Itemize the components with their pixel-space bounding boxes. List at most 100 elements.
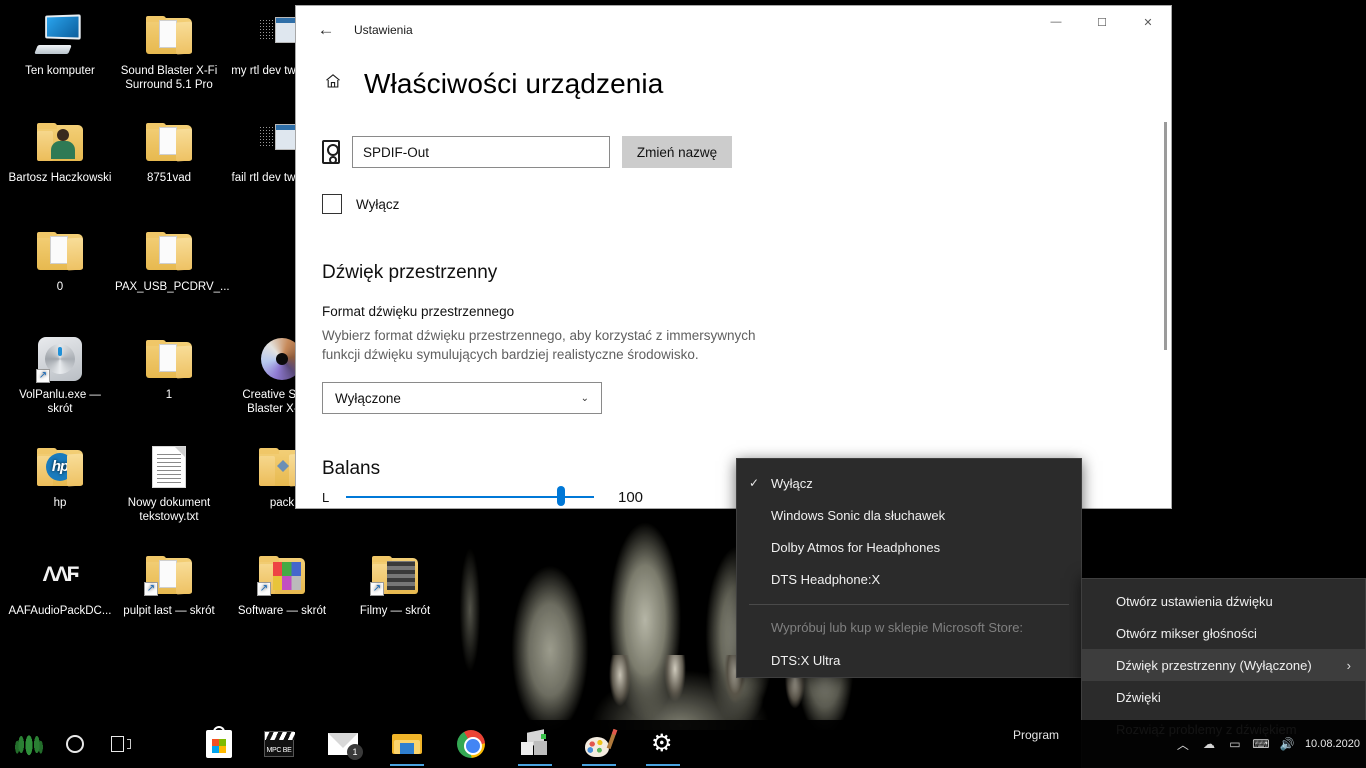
- menu-separator: [749, 604, 1069, 605]
- desktop-icon-hp[interactable]: hp hp: [4, 440, 116, 510]
- program-label: Program: [1013, 728, 1060, 742]
- desktop-icon-volpanlu-shortcut[interactable]: ↗ VolPanlu.exe — skrót: [4, 332, 116, 416]
- spatial-menu-label: Windows Sonic dla słuchawek: [771, 507, 946, 523]
- close-button[interactable]: ✕: [1125, 6, 1171, 38]
- desktop-icon-label: Sound Blaster X-Fi Surround 5.1 Pro: [120, 65, 218, 91]
- page-title: Właściwości urządzenia: [364, 68, 664, 99]
- spatial-menu-label: Dolby Atmos for Headphones: [771, 539, 941, 555]
- desktop-icon-label: hp: [53, 497, 67, 509]
- desktop-icon-filmy-shortcut[interactable]: ↗ Filmy — skrót: [339, 548, 451, 618]
- computer-icon: [4, 8, 116, 62]
- desktop-icon-sound-blaster[interactable]: Sound Blaster X-Fi Surround 5.1 Pro: [113, 8, 225, 92]
- system-tray[interactable]: ︿ ☁ ▭ ⌨ 🔊 10.08.2020: [1175, 736, 1366, 752]
- start-button[interactable]: [6, 720, 52, 768]
- folder-icon: [4, 224, 116, 278]
- desktop-icon-label: 1: [165, 389, 173, 401]
- desktop-icon-nowy-dokument-tekstowy[interactable]: Nowy dokument tekstowy.txt: [113, 440, 225, 524]
- taskbar-app-3d-viewer[interactable]: [512, 720, 558, 768]
- taskbar-app-paint[interactable]: [576, 720, 622, 768]
- mpc-label: MPC BE: [266, 747, 292, 754]
- slider-thumb[interactable]: [557, 486, 565, 506]
- 3d-device-viewer-icon: [521, 729, 549, 757]
- tray-menu-item-open-sound-settings[interactable]: Otwórz ustawienia dźwięku: [1082, 585, 1365, 617]
- disable-checkbox[interactable]: [322, 194, 342, 214]
- spatial-menu-item-windows-sonic[interactable]: Windows Sonic dla słuchawek: [737, 499, 1081, 531]
- spatial-menu-item-dolby-atmos[interactable]: Dolby Atmos for Headphones: [737, 531, 1081, 563]
- desktop-icon-ten-komputer[interactable]: Ten komputer: [4, 8, 116, 78]
- volume-icon[interactable]: 🔊: [1279, 736, 1295, 752]
- spatial-menu-item-off[interactable]: ✓ Wyłącz: [737, 467, 1081, 499]
- taskbar-app-microsoft-store[interactable]: [196, 720, 242, 768]
- touchpad-icon[interactable]: ⌨: [1252, 736, 1269, 752]
- home-icon[interactable]: [322, 72, 344, 96]
- settings-window[interactable]: ← Ustawienia — ☐ ✕ Właściwości urządzeni…: [296, 6, 1171, 508]
- spatial-sound-flyout[interactable]: ✓ Wyłącz Windows Sonic dla słuchawek Dol…: [736, 458, 1082, 678]
- cortana-button[interactable]: [52, 720, 98, 768]
- folder-icon: [113, 224, 225, 278]
- minimize-button[interactable]: —: [1033, 6, 1079, 38]
- taskbar[interactable]: MPC BE 1 ⚙ ︿ ☁ ▭ ⌨ 🔊 10.08.2020: [0, 720, 1366, 768]
- device-name-row: Zmień nazwę: [322, 136, 1171, 168]
- task-view-button[interactable]: [98, 720, 144, 768]
- desktop-icon-one[interactable]: 1: [113, 332, 225, 402]
- taskbar-app-settings[interactable]: ⚙: [640, 720, 686, 768]
- tray-menu-item-open-volume-mixer[interactable]: Otwórz mikser głośności: [1082, 617, 1365, 649]
- folder-icon: [113, 332, 225, 386]
- tray-menu-label: Dźwięki: [1116, 689, 1161, 705]
- desktop-icon-pulpit-last-shortcut[interactable]: ↗ pulpit last — skrót: [113, 548, 225, 618]
- folder-shortcut-icon: ↗: [226, 548, 338, 602]
- spatial-menu-item-dts-headphone-x[interactable]: DTS Headphone:X: [737, 563, 1081, 595]
- tray-menu-item-sounds[interactable]: Dźwięki: [1082, 681, 1365, 713]
- desktop-icon-software-shortcut[interactable]: ↗ Software — skrót: [226, 548, 338, 618]
- taskbar-app-chrome[interactable]: [448, 720, 494, 768]
- desktop-icon-label: pulpit last — skrót: [123, 605, 215, 617]
- tray-menu-item-spatial-sound[interactable]: Dźwięk przestrzenny (Wyłączone) ›: [1082, 649, 1365, 681]
- balance-slider[interactable]: [346, 486, 594, 506]
- volume-knob-icon: ↗: [4, 332, 116, 386]
- desktop-icon-bartosz-haczkowski[interactable]: Bartosz Haczkowski: [4, 115, 116, 185]
- spatial-description: Wybierz format dźwięku przestrzennego, a…: [322, 328, 756, 362]
- mpc-be-player-icon: MPC BE: [264, 731, 295, 757]
- settings-content: Zmień nazwę Wyłącz Dźwięk przestrzenny F…: [296, 100, 1171, 506]
- show-hidden-icons-icon[interactable]: ︿: [1175, 736, 1191, 752]
- shortcut-arrow-icon: ↗: [370, 582, 384, 596]
- spatial-format-dropdown[interactable]: Wyłączone ⌄: [322, 382, 602, 414]
- disable-checkbox-row[interactable]: Wyłącz: [322, 194, 1171, 214]
- desktop-icon-aafaudiopack[interactable]: ΛΛϜ AAFAudioPackDC...: [4, 548, 116, 618]
- onedrive-icon[interactable]: ☁: [1201, 736, 1217, 752]
- window-caption-buttons: — ☐ ✕: [1033, 6, 1171, 38]
- desktop-icon-zero[interactable]: 0: [4, 224, 116, 294]
- spatial-format-value: Wyłączone: [335, 390, 401, 406]
- device-name-input[interactable]: [352, 136, 610, 168]
- desktop-icon-label: PAX_USB_PCDRV_...: [115, 281, 230, 293]
- window-titlebar[interactable]: ← Ustawienia — ☐ ✕: [296, 6, 1171, 54]
- desktop-icon-pax-usb-pcdrv[interactable]: PAX_USB_PCDRV_...: [113, 224, 230, 294]
- settings-gear-icon: ⚙: [651, 730, 673, 757]
- vertical-scrollbar[interactable]: [1164, 122, 1167, 350]
- leaf-start-icon: [15, 731, 43, 757]
- rename-button[interactable]: Zmień nazwę: [622, 136, 732, 168]
- spatial-section-title: Dźwięk przestrzenny: [322, 262, 498, 283]
- cortana-circle-icon: [66, 735, 84, 753]
- taskbar-app-file-explorer[interactable]: [384, 720, 430, 768]
- spatial-menu-label: Wyłącz: [771, 475, 813, 491]
- google-chrome-icon: [457, 730, 485, 758]
- desktop-icon-8751vad[interactable]: 8751vad: [113, 115, 225, 185]
- folder-icon: [113, 115, 225, 169]
- desktop-icon-label: Software — skrót: [237, 605, 327, 617]
- tray-clock-date[interactable]: 10.08.2020: [1305, 737, 1360, 751]
- network-icon[interactable]: ▭: [1227, 736, 1243, 752]
- tray-menu-label: Otwórz ustawienia dźwięku: [1116, 593, 1273, 609]
- back-button[interactable]: ←: [304, 14, 348, 46]
- desktop-icon-label: Nowy dokument tekstowy.txt: [127, 497, 211, 523]
- paint-icon: [585, 728, 618, 757]
- microsoft-store-icon: [206, 726, 232, 758]
- text-file-icon: [113, 440, 225, 494]
- spatial-menu-item-dtsx-ultra[interactable]: DTS:X Ultra: [737, 644, 1081, 676]
- window-title: Ustawienia: [354, 23, 413, 37]
- speaker-icon: [322, 140, 340, 164]
- taskbar-app-mail[interactable]: 1: [320, 720, 366, 768]
- maximize-button[interactable]: ☐: [1079, 6, 1125, 38]
- taskbar-app-mpc-be[interactable]: MPC BE: [256, 720, 302, 768]
- desktop-icon-label: Ten komputer: [25, 65, 95, 77]
